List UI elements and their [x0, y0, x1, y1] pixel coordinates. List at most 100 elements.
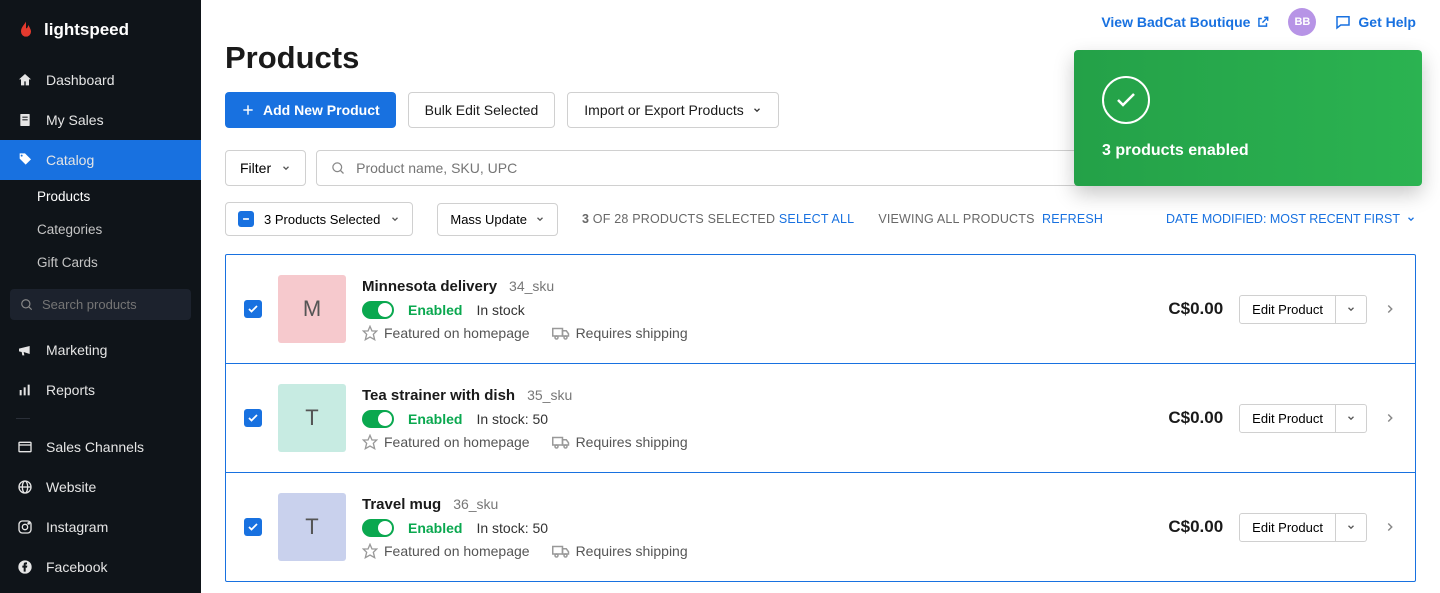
help-link[interactable]: Get Help [1334, 13, 1416, 31]
chevron-right-icon[interactable] [1383, 520, 1397, 534]
sidebar-item-website[interactable]: Website [0, 467, 201, 507]
flame-icon [16, 20, 36, 40]
edit-product-button[interactable]: Edit Product [1239, 404, 1336, 433]
sidebar-item-label: Catalog [46, 152, 94, 168]
toast: 3 products enabled [1074, 50, 1422, 186]
chevron-down-icon [1406, 214, 1416, 224]
sidebar-item-label: My Sales [46, 112, 104, 128]
chevron-down-icon [1346, 522, 1356, 532]
add-product-button[interactable]: Add New Product [225, 92, 396, 128]
product-name: Travel mug [362, 496, 441, 513]
products-list: M Minnesota delivery 34_sku Enabled In s… [225, 254, 1416, 582]
product-row[interactable]: M Minnesota delivery 34_sku Enabled In s… [226, 255, 1415, 364]
external-link-icon [1256, 15, 1270, 29]
featured-attr: Featured on homepage [362, 434, 530, 450]
home-icon [16, 71, 34, 89]
view-store-link[interactable]: View BadCat Boutique [1101, 14, 1270, 30]
chevron-down-icon [390, 214, 400, 224]
product-name: Minnesota delivery [362, 278, 497, 295]
chevron-down-icon [535, 214, 545, 224]
topbar: View BadCat Boutique BB Get Help [201, 0, 1440, 40]
bulk-edit-button[interactable]: Bulk Edit Selected [408, 92, 556, 128]
featured-attr: Featured on homepage [362, 325, 530, 341]
product-sku: 36_sku [453, 496, 498, 512]
edit-product-button[interactable]: Edit Product [1239, 513, 1336, 542]
sidebar-sub-products[interactable]: Products [0, 180, 201, 213]
stock-label: In stock: 50 [476, 411, 548, 427]
featured-attr: Featured on homepage [362, 543, 530, 559]
edit-product-button[interactable]: Edit Product [1239, 295, 1336, 324]
edit-caret-button[interactable] [1336, 513, 1367, 542]
product-thumb: T [278, 493, 346, 561]
refresh-link[interactable]: REFRESH [1042, 212, 1103, 226]
enabled-label: Enabled [408, 302, 462, 318]
select-all-link[interactable]: SELECT ALL [779, 212, 854, 226]
barchart-icon [16, 381, 34, 399]
sidebar-item-label: Instagram [46, 519, 108, 535]
sidebar-item-label: Sales Channels [46, 439, 144, 455]
sidebar-sub-categories[interactable]: Categories [0, 213, 201, 246]
product-info: Minnesota delivery 34_sku Enabled In sto… [362, 278, 1152, 341]
sidebar-item-label: Website [46, 479, 96, 495]
sort-dropdown[interactable]: DATE MODIFIED: MOST RECENT FIRST [1166, 212, 1416, 226]
product-row[interactable]: T Tea strainer with dish 35_sku Enabled … [226, 364, 1415, 473]
chevron-right-icon[interactable] [1383, 302, 1397, 316]
sidebar-item-instagram[interactable]: Instagram [0, 507, 201, 547]
receipt-icon [16, 111, 34, 129]
enabled-toggle[interactable] [362, 519, 394, 537]
sidebar-item-marketing[interactable]: Marketing [0, 330, 201, 370]
facebook-icon [16, 558, 34, 576]
selected-button[interactable]: 3 Products Selected [225, 202, 413, 236]
import-export-button[interactable]: Import or Export Products [567, 92, 779, 128]
tag-icon [16, 151, 34, 169]
plus-icon [241, 103, 255, 117]
sidebar-search-input[interactable] [42, 297, 181, 312]
stock-label: In stock: 50 [476, 520, 548, 536]
row-checkbox[interactable] [244, 518, 262, 536]
star-icon [362, 434, 378, 450]
mass-update-button[interactable]: Mass Update [437, 203, 558, 236]
product-row[interactable]: T Travel mug 36_sku Enabled In stock: 50… [226, 473, 1415, 581]
sidebar-item-catalog[interactable]: Catalog [0, 140, 201, 180]
window-icon [16, 438, 34, 456]
shipping-attr: Requires shipping [552, 434, 688, 450]
viewing-status: VIEWING ALL PRODUCTS REFRESH [878, 212, 1103, 226]
avatar[interactable]: BB [1288, 8, 1316, 36]
sidebar-item-label: Reports [46, 382, 95, 398]
product-name: Tea strainer with dish [362, 387, 515, 404]
selected-status: 3 OF 28 PRODUCTS SELECTED SELECT ALL [582, 212, 854, 226]
row-checkbox[interactable] [244, 300, 262, 318]
chevron-right-icon[interactable] [1383, 411, 1397, 425]
star-icon [362, 325, 378, 341]
chevron-down-icon [281, 163, 291, 173]
row-checkbox[interactable] [244, 409, 262, 427]
edit-group: Edit Product [1239, 513, 1367, 542]
stock-label: In stock [476, 302, 524, 318]
search-icon [20, 298, 34, 312]
sidebar-item-reports[interactable]: Reports [0, 370, 201, 410]
sidebar-search[interactable] [10, 289, 191, 320]
sidebar-item-facebook[interactable]: Facebook [0, 547, 201, 587]
product-sku: 35_sku [527, 387, 572, 403]
toast-text: 3 products enabled [1102, 142, 1394, 160]
sidebar: lightspeed Dashboard My Sales Catalog Pr… [0, 0, 201, 593]
enabled-toggle[interactable] [362, 410, 394, 428]
chevron-down-icon [1346, 304, 1356, 314]
search-icon [331, 161, 346, 176]
check-circle-icon [1102, 76, 1150, 124]
megaphone-icon [16, 341, 34, 359]
sidebar-item-dashboard[interactable]: Dashboard [0, 60, 201, 100]
enabled-label: Enabled [408, 520, 462, 536]
enabled-toggle[interactable] [362, 301, 394, 319]
filter-button[interactable]: Filter [225, 150, 306, 186]
edit-caret-button[interactable] [1336, 404, 1367, 433]
brand-text: lightspeed [44, 20, 129, 40]
edit-caret-button[interactable] [1336, 295, 1367, 324]
truck-icon [552, 326, 570, 340]
product-sku: 34_sku [509, 278, 554, 294]
sidebar-item-saleschannels[interactable]: Sales Channels [0, 427, 201, 467]
product-info: Travel mug 36_sku Enabled In stock: 50 F… [362, 496, 1152, 559]
sidebar-item-mysales[interactable]: My Sales [0, 100, 201, 140]
sidebar-sub-giftcards[interactable]: Gift Cards [0, 246, 201, 279]
product-thumb: T [278, 384, 346, 452]
